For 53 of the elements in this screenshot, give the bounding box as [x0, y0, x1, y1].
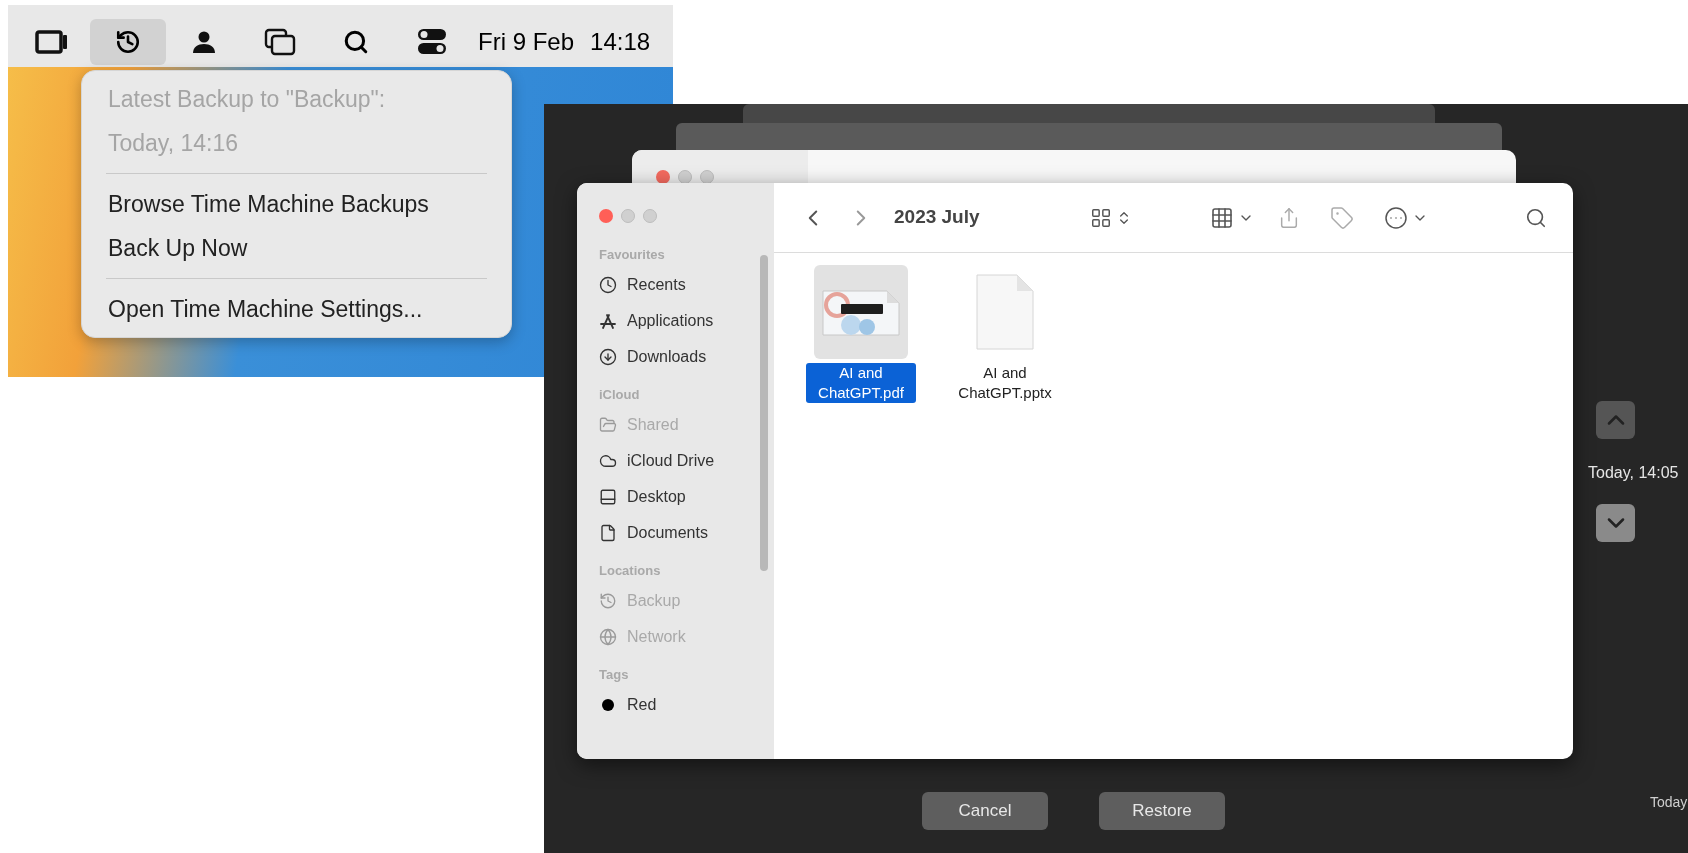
menu-bar-clock[interactable]: 14:18	[590, 19, 651, 65]
dialog-button[interactable]: Restore	[1099, 792, 1225, 830]
apps-icon	[599, 312, 617, 330]
menu-info-text: Latest Backup to "Backup":	[107, 84, 387, 114]
document-icon	[599, 524, 617, 542]
tag-icon	[1329, 205, 1354, 230]
menu-item[interactable]: Browse Time Machine Backups	[102, 182, 491, 226]
timeline-date: Today, 14:05	[1588, 463, 1679, 483]
menu-item[interactable]: Open Time Machine Settings...	[102, 287, 491, 331]
menu-bar-date[interactable]: Fri 9 Feb	[478, 19, 575, 65]
cloud-icon	[599, 452, 617, 470]
sidebar-item[interactable]: Documents	[599, 515, 774, 551]
desktop-icon	[599, 488, 617, 506]
sidebar-scrollbar[interactable]	[760, 255, 768, 571]
search-button[interactable]	[1525, 206, 1547, 229]
file-name[interactable]: AI and ChatGPT.pdf	[806, 363, 916, 403]
menu-bar-item[interactable]	[90, 19, 166, 65]
sidebar-item[interactable]: Recents	[599, 267, 774, 303]
download-icon	[599, 348, 617, 366]
sidebar-item[interactable]: Red	[599, 687, 774, 723]
close-button[interactable]	[656, 170, 670, 184]
sidebar-heading: Tags	[599, 666, 630, 685]
sidebar-item[interactable]: Applications	[599, 303, 774, 339]
sidebar-item[interactable]: iCloud Drive	[599, 443, 774, 479]
user-icon	[192, 30, 216, 54]
presentation-thumbnail-icon	[821, 287, 901, 337]
window-title: 2023 July	[894, 205, 980, 230]
timeline-label: Today	[1650, 793, 1688, 812]
menu-info-text: Today, 14:16	[107, 128, 239, 158]
sidebar-item[interactable]: Downloads	[599, 339, 774, 375]
blank-document-icon	[975, 273, 1035, 351]
clock-icon	[599, 276, 617, 294]
later-backup-button[interactable]	[1596, 504, 1635, 542]
windows-icon	[264, 28, 296, 56]
search-icon	[343, 29, 369, 55]
file-thumbnail-tile[interactable]	[814, 265, 908, 359]
group-grid-icon	[1209, 205, 1234, 230]
history-icon	[599, 592, 617, 610]
sidebar-heading: Locations	[599, 562, 662, 581]
menu-item[interactable]: Back Up Now	[102, 226, 491, 270]
dialog-button[interactable]: Cancel	[922, 792, 1048, 830]
sidebar-item[interactable]: Desktop	[599, 479, 774, 515]
history-icon	[115, 29, 141, 55]
sidebar-heading: iCloud	[599, 386, 641, 405]
file-name[interactable]: AI and ChatGPT.pptx	[950, 363, 1060, 403]
sidebar-heading: Favourites	[599, 246, 666, 265]
search-icon	[1525, 206, 1547, 229]
toggles-icon	[417, 28, 447, 56]
ellipsis-circle-icon	[1383, 205, 1408, 230]
globe-icon	[599, 628, 617, 646]
shared-folder-icon	[599, 416, 617, 434]
display-icon	[35, 30, 69, 54]
grid-icon	[1089, 206, 1112, 229]
